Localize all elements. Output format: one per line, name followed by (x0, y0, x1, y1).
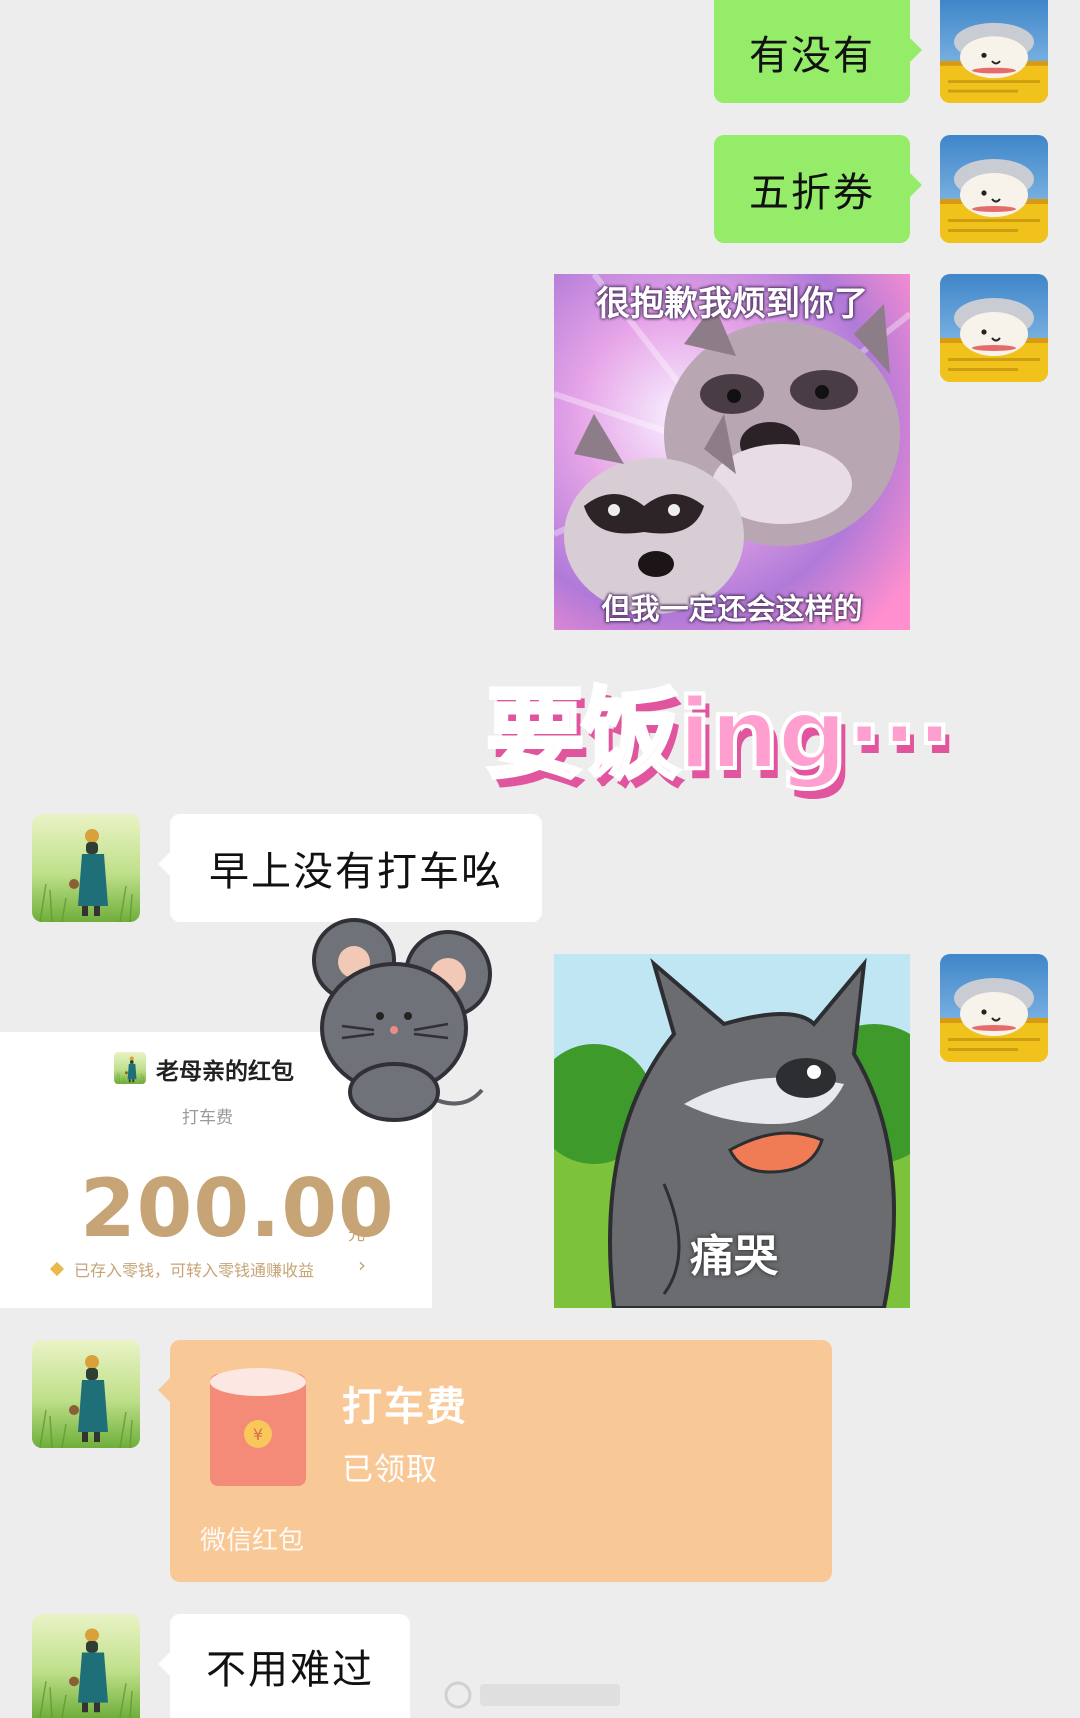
message-text: 早上没有打车吆 (209, 849, 503, 895)
hongbao-title: 打车费 (342, 1384, 468, 1430)
message-text: 五折券 (749, 170, 875, 216)
mouse-sticker[interactable] (302, 916, 498, 1122)
red-packet-unit: 元 (348, 1225, 365, 1245)
red-envelope-icon: ¥ (210, 1368, 306, 1486)
contact-avatar[interactable] (32, 814, 140, 922)
sticker-text: 要饭ing··· (484, 676, 955, 794)
my-avatar[interactable] (940, 954, 1048, 1062)
hongbao-message[interactable]: ¥ 打车费 已领取 微信红包 (158, 1340, 832, 1582)
sticker-caption: 痛哭 (690, 1231, 778, 1282)
sticker-caption-bottom: 但我一定还会这样的 (601, 592, 863, 626)
begging-text-sticker[interactable]: 要饭ing··· 要饭ing··· (484, 655, 972, 802)
svg-text:¥: ¥ (253, 1425, 263, 1444)
message-bubble-outgoing[interactable]: 五折券 (714, 135, 922, 243)
red-packet-note[interactable]: 已存入零钱，可转入零钱通赚收益 (74, 1257, 314, 1281)
my-avatar[interactable] (940, 0, 1048, 103)
chevron-right-icon[interactable]: › (358, 1253, 366, 1277)
sticker-caption-top: 很抱歉我烦到你了 (596, 284, 868, 324)
my-avatar[interactable] (940, 274, 1048, 382)
contact-avatar[interactable] (32, 1614, 140, 1718)
crying-raccoon-sticker[interactable]: 痛哭 (554, 954, 910, 1308)
message-bubble-incoming[interactable]: 早上没有打车吆 (158, 814, 542, 922)
message-bubble-outgoing[interactable]: 有没有 (714, 0, 922, 103)
contact-avatar[interactable] (32, 1340, 140, 1448)
red-packet-sender: 老母亲的红包 (156, 1059, 294, 1085)
sender-avatar-small (114, 1052, 146, 1084)
diamond-icon (49, 1261, 65, 1277)
my-avatar[interactable] (940, 135, 1048, 243)
red-packet-memo: 打车费 (182, 1108, 233, 1128)
hongbao-status: 已领取 (342, 1452, 438, 1488)
message-bubble-incoming[interactable]: 不用难过 (158, 1614, 410, 1718)
message-text: 不用难过 (206, 1647, 374, 1693)
watermark-logo (440, 1678, 630, 1712)
hongbao-footer: 微信红包 (200, 1526, 305, 1556)
raccoon-meme-sticker[interactable]: 很抱歉我烦到你了 但我一定还会这样的 (554, 274, 910, 630)
message-text: 有没有 (749, 32, 875, 79)
